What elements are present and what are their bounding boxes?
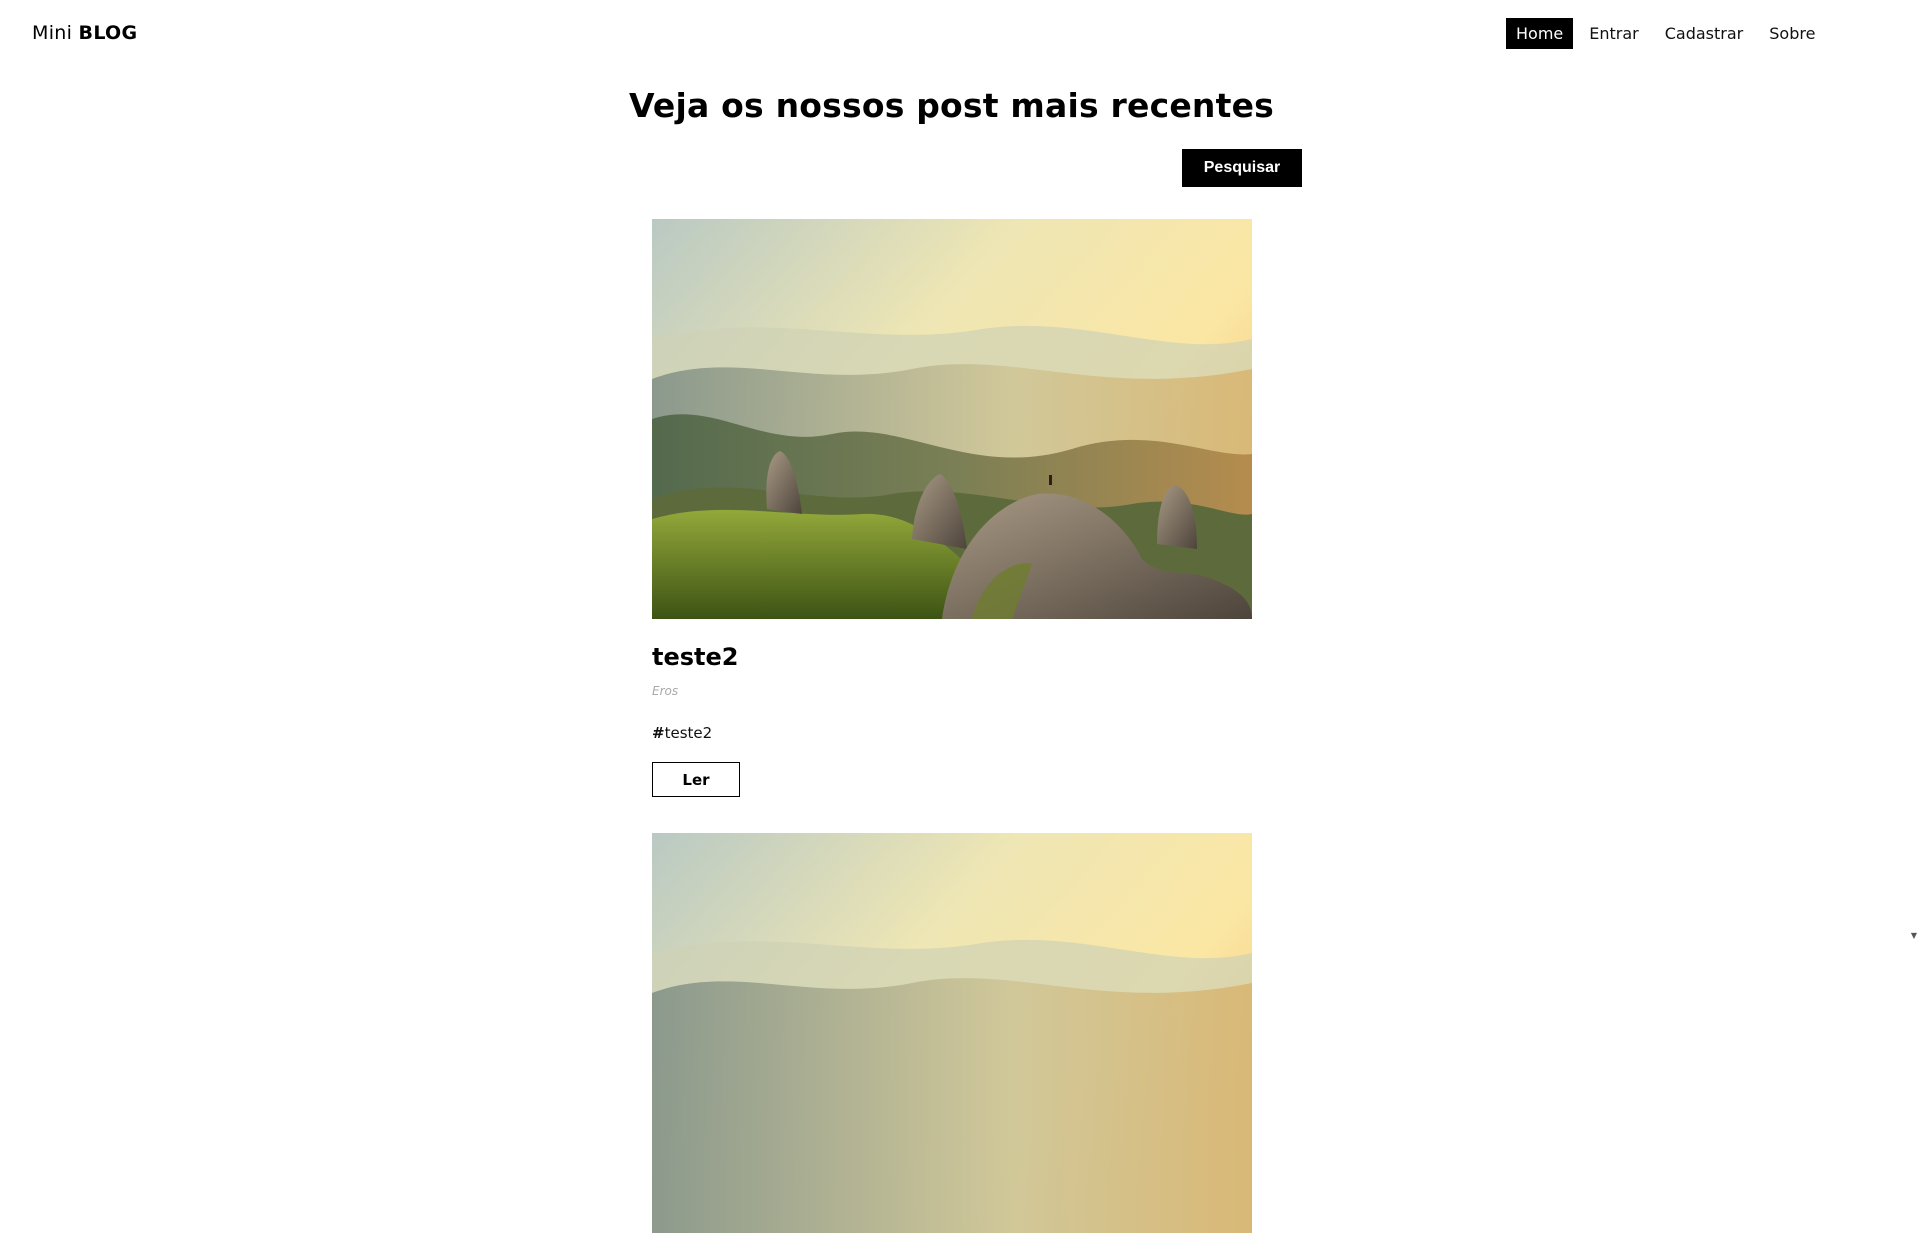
tag-text: teste2 xyxy=(665,724,713,742)
post-author: Eros xyxy=(652,684,1252,698)
scroll-down-icon[interactable]: ▼ xyxy=(1911,931,1917,940)
tag-hash: # xyxy=(652,724,665,742)
nav-cadastrar[interactable]: Cadastrar xyxy=(1655,18,1754,49)
post-tags: #teste2 xyxy=(652,724,1252,742)
post-image xyxy=(652,833,1252,1233)
brand-logo[interactable]: Mini BLOG xyxy=(32,22,137,44)
brand-bold: BLOG xyxy=(79,22,138,44)
brand-light: Mini xyxy=(32,22,72,44)
page-title: Veja os nossos post mais recentes xyxy=(0,86,1903,125)
search-input[interactable] xyxy=(652,149,1176,187)
nav-links: Home Entrar Cadastrar Sobre xyxy=(1506,18,1831,49)
nav-home[interactable]: Home xyxy=(1506,18,1573,49)
search-button[interactable]: Pesquisar xyxy=(1182,149,1302,187)
navbar: Mini BLOG Home Entrar Cadastrar Sobre xyxy=(0,0,1919,68)
nav-sobre[interactable]: Sobre xyxy=(1759,18,1825,49)
read-button[interactable]: Ler xyxy=(652,762,740,797)
post-title: teste2 xyxy=(652,643,1252,671)
post-image xyxy=(652,219,1252,619)
post-card: teste2 Eros #teste2 Ler xyxy=(652,219,1252,797)
post-card xyxy=(652,833,1252,1233)
nav-entrar[interactable]: Entrar xyxy=(1579,18,1648,49)
